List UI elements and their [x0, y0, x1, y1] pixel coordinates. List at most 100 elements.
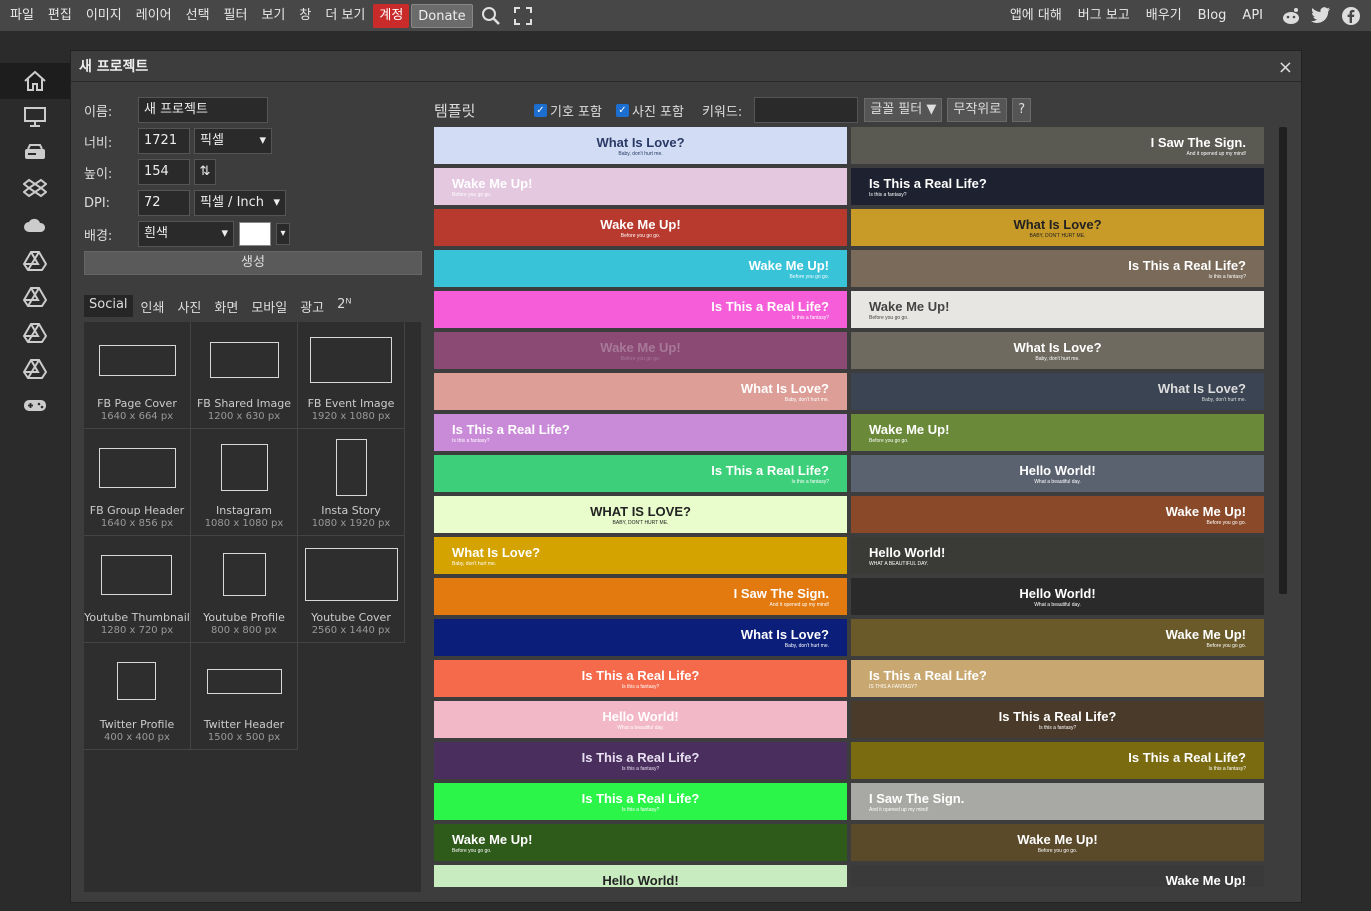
tab-print[interactable]: 인쇄 — [136, 295, 170, 317]
tool-computer[interactable] — [0, 99, 70, 135]
help-button[interactable]: ? — [1012, 98, 1032, 122]
template-banner[interactable]: Wake Me Up!Before you go go. — [851, 824, 1264, 861]
swap-button[interactable]: ⇅ — [194, 159, 216, 185]
tool-google-drive-4[interactable] — [0, 351, 70, 387]
width-unit-select[interactable]: 픽셀 ▾ — [194, 128, 272, 154]
template-banner[interactable]: Wake Me Up!Before you go go. — [851, 414, 1264, 451]
template-banner[interactable]: Wake Me Up!Before you go go. — [434, 250, 847, 287]
template-banner[interactable]: Wake Me Up!Before you go go. — [851, 291, 1264, 328]
tool-games[interactable] — [0, 387, 70, 423]
tab-social[interactable]: Social — [84, 295, 133, 317]
template-banner[interactable]: Wake Me Up!Before you go go. — [851, 496, 1264, 533]
template-banner[interactable]: What Is Love? Baby, don't hurt me. — [434, 537, 847, 574]
background-color-swatch[interactable] — [239, 222, 271, 246]
background-select[interactable]: 흰색 ▾ — [138, 221, 234, 247]
tool-google-drive-3[interactable] — [0, 315, 70, 351]
preset-fb-group-header[interactable]: FB Group Header 1640 x 856 px — [84, 429, 191, 536]
menu-layer[interactable]: 레이어 — [130, 4, 178, 28]
tool-home[interactable] — [0, 63, 70, 99]
height-input[interactable]: 154 — [138, 159, 190, 185]
donate-button[interactable]: Donate — [411, 3, 473, 28]
template-banner[interactable]: I Saw The Sign. And it opened up my mind! — [851, 783, 1264, 820]
template-banner[interactable]: Wake Me Up!Before you go go. — [851, 865, 1264, 887]
name-input[interactable]: 새 프로젝트 — [138, 97, 268, 123]
template-banner[interactable]: Is This a Real Life? Is this a fantasy? — [851, 250, 1264, 287]
template-banner[interactable]: Is This a Real Life? Is this a fantasy? — [434, 291, 847, 328]
dpi-unit-select[interactable]: 픽셀 / Inch ▾ — [194, 190, 286, 216]
template-banner[interactable]: Hello World!What a beautiful day. — [851, 455, 1264, 492]
menu-edit[interactable]: 편집 — [42, 4, 78, 28]
template-banner[interactable]: Wake Me Up!Before you go go. — [434, 209, 847, 246]
tool-google-drive-1[interactable] — [0, 243, 70, 279]
include-photos-checkbox[interactable]: ✓ 사진 포함 — [615, 101, 684, 120]
random-button[interactable]: 무작위로 — [947, 98, 1008, 122]
reddit-icon[interactable] — [1279, 4, 1303, 28]
preset-twitter-header[interactable]: Twitter Header 1500 x 500 px — [191, 643, 298, 750]
tab-photo[interactable]: 사진 — [172, 295, 206, 317]
template-banner[interactable]: Is This a Real Life? IS THIS A FANTASY? — [851, 660, 1264, 697]
menu-account[interactable]: 계정 — [373, 3, 410, 28]
menu-filter[interactable]: 필터 — [218, 4, 254, 28]
menu-about[interactable]: 앱에 대해 — [1004, 4, 1068, 28]
template-banner[interactable]: What Is Love? Baby, don't hurt me. — [434, 127, 847, 164]
tool-dropbox[interactable] — [0, 171, 70, 207]
menu-select[interactable]: 선택 — [180, 4, 216, 28]
menu-view[interactable]: 보기 — [255, 4, 291, 28]
menu-window[interactable]: 창 — [293, 4, 317, 28]
template-banner[interactable]: Is This a Real Life? Is this a fantasy? — [434, 660, 847, 697]
template-banner[interactable]: What Is Love? Baby, don't hurt me. — [434, 619, 847, 656]
template-banner[interactable]: Is This a Real Life? Is this a fantasy? — [851, 701, 1264, 738]
menu-learn[interactable]: 배우기 — [1140, 4, 1188, 28]
template-banner[interactable]: Is This a Real Life? Is this a fantasy? — [434, 455, 847, 492]
template-banner[interactable]: I Saw The Sign. And it opened up my mind! — [851, 127, 1264, 164]
template-banner[interactable]: Wake Me Up!Before you go go. — [434, 824, 847, 861]
fullscreen-icon[interactable] — [511, 4, 535, 28]
menu-report-bug[interactable]: 버그 보고 — [1072, 4, 1136, 28]
template-banner[interactable]: Is This a Real Life? Is this a fantasy? — [434, 742, 847, 779]
template-banner[interactable]: Is This a Real Life? Is this a fantasy? — [851, 168, 1264, 205]
template-banner[interactable]: Hello World!What a beautiful day. — [851, 578, 1264, 615]
template-banner[interactable]: What Is Love? Baby, don't hurt me. — [851, 332, 1264, 369]
template-banner[interactable]: I Saw The Sign. And it opened up my mind! — [434, 578, 847, 615]
template-banner[interactable]: Wake Me Up!Before you go go. — [434, 332, 847, 369]
template-banner[interactable]: Wake Me Up!Before you go go. — [851, 619, 1264, 656]
preset-fb-event-image[interactable]: FB Event Image 1920 x 1080 px — [298, 322, 405, 429]
menu-image[interactable]: 이미지 — [80, 4, 128, 28]
tool-drive[interactable] — [0, 135, 70, 171]
template-banner[interactable]: What Is Love? Baby, don't hurt me. — [434, 373, 847, 410]
menu-blog[interactable]: Blog — [1192, 4, 1233, 28]
template-banner[interactable]: What Is Love? BABY, DON'T HURT ME. — [851, 209, 1264, 246]
keyword-input[interactable] — [754, 97, 859, 123]
template-banner[interactable]: Is This a Real Life? Is this a fantasy? — [434, 783, 847, 820]
tab-ads[interactable]: 광고 — [295, 295, 329, 317]
tool-google-drive-2[interactable] — [0, 279, 70, 315]
background-color-dropdown[interactable]: ▾ — [276, 223, 290, 245]
template-banner[interactable]: Is This a Real Life? Is this a fantasy? — [851, 742, 1264, 779]
twitter-icon[interactable] — [1309, 4, 1333, 28]
font-filter-button[interactable]: 글꼴 필터 ▼ — [864, 98, 943, 122]
preset-instagram[interactable]: Instagram 1080 x 1080 px — [191, 429, 298, 536]
dpi-input[interactable]: 72 — [138, 190, 190, 216]
menu-api[interactable]: API — [1236, 4, 1269, 28]
template-banner[interactable]: What Is Love? Baby, don't hurt me. — [851, 373, 1264, 410]
tab-screen[interactable]: 화면 — [209, 295, 243, 317]
template-banner[interactable]: Wake Me Up!Before you go go. — [434, 168, 847, 205]
width-input[interactable]: 1721 — [138, 128, 190, 154]
tab-power-of-two[interactable]: 2ᴺ — [332, 295, 356, 317]
template-banner[interactable]: WHAT IS LOVE? BABY, DON'T HURT ME. — [434, 496, 847, 533]
create-button[interactable]: 생성 — [84, 251, 422, 275]
close-icon[interactable]: × — [1278, 57, 1293, 78]
preset-insta-story[interactable]: Insta Story 1080 x 1920 px — [298, 429, 405, 536]
tab-mobile[interactable]: 모바일 — [246, 295, 292, 317]
preset-youtube-cover[interactable]: Youtube Cover 2560 x 1440 px — [298, 536, 405, 643]
menu-more[interactable]: 더 보기 — [319, 4, 371, 28]
include-symbols-checkbox[interactable]: ✓ 기호 포함 — [534, 101, 602, 120]
search-icon[interactable] — [479, 4, 503, 28]
template-scrollbar[interactable] — [1279, 127, 1287, 594]
preset-youtube-thumbnail[interactable]: Youtube Thumbnail 1280 x 720 px — [84, 536, 191, 643]
preset-fb-shared-image[interactable]: FB Shared Image 1200 x 630 px — [191, 322, 298, 429]
facebook-icon[interactable] — [1339, 4, 1363, 28]
preset-twitter-profile[interactable]: Twitter Profile 400 x 400 px — [84, 643, 191, 750]
preset-fb-page-cover[interactable]: FB Page Cover 1640 x 664 px — [84, 322, 191, 429]
template-banner[interactable]: Hello World! WHAT A BEAUTIFUL DAY. — [851, 537, 1264, 574]
